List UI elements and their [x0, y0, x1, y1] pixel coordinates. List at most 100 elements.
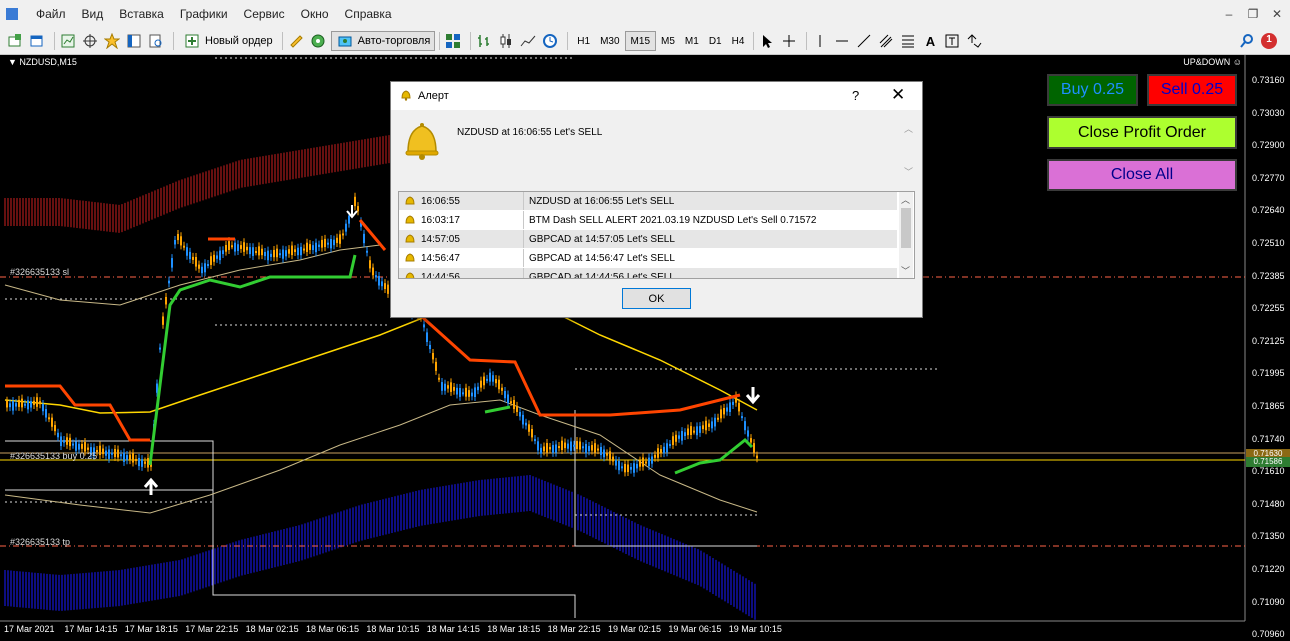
- minimize-button[interactable]: –: [1222, 7, 1236, 21]
- candle-body: [132, 453, 134, 463]
- alert-row[interactable]: 16:06:55 NZDUSD at 16:06:55 Let's SELL: [399, 192, 897, 210]
- order-entry-label[interactable]: #326635133 buy 0.25: [10, 451, 97, 461]
- candle-body: [573, 444, 575, 447]
- crosshair-icon[interactable]: [81, 32, 99, 50]
- timeframe-m5[interactable]: M5: [656, 32, 680, 50]
- menu-help[interactable]: Справка: [337, 7, 400, 21]
- menu-list: Файл Вид Вставка Графики Сервис Окно Спр…: [28, 7, 400, 21]
- close-profit-order-button[interactable]: Close Profit Order: [1047, 116, 1237, 149]
- arrows-icon[interactable]: [965, 32, 983, 50]
- trendline-icon[interactable]: [855, 32, 873, 50]
- candle-body: [363, 233, 365, 244]
- ok-button[interactable]: OK: [622, 288, 691, 309]
- navigator-icon[interactable]: [103, 32, 121, 50]
- bar-chart-icon[interactable]: [475, 32, 493, 50]
- scroll-up-icon[interactable]: ︿: [901, 193, 910, 206]
- help-button[interactable]: ?: [852, 88, 859, 103]
- timeframe-m1[interactable]: M1: [680, 32, 704, 50]
- candle-body: [273, 249, 275, 258]
- search-icon[interactable]: [1238, 32, 1256, 50]
- candle-body: [642, 457, 644, 467]
- candle-body: [129, 454, 131, 461]
- options-icon[interactable]: [309, 32, 327, 50]
- alert-history-list[interactable]: 16:06:55 NZDUSD at 16:06:55 Let's SELL 16:…: [398, 191, 915, 279]
- menu-insert[interactable]: Вставка: [111, 7, 172, 21]
- candle-body: [30, 401, 32, 408]
- candle-body: [621, 466, 623, 469]
- candle-body: [24, 403, 26, 406]
- price-tick-label: 0.72125: [1252, 335, 1285, 346]
- menu-tools[interactable]: Сервис: [236, 7, 293, 21]
- new-chart-icon[interactable]: [6, 32, 24, 50]
- cursor-icon[interactable]: [758, 32, 776, 50]
- channel-icon[interactable]: [877, 32, 895, 50]
- toolbar-separator: [439, 32, 441, 50]
- price-tick-label: 0.72900: [1252, 140, 1285, 151]
- new-order-button[interactable]: Новый ордер: [178, 31, 278, 51]
- menu-charts[interactable]: Графики: [172, 7, 236, 21]
- candle-body: [483, 376, 485, 386]
- candle-body: [252, 247, 254, 256]
- text-label-icon[interactable]: [943, 32, 961, 50]
- candle-body: [753, 443, 755, 453]
- candle-body: [618, 460, 620, 471]
- order-sl-label[interactable]: #326635133 sl: [10, 267, 69, 277]
- candle-body: [318, 244, 320, 247]
- alert-row[interactable]: 14:44:56 GBPCAD at 14:44:56 Let's SELL: [399, 268, 897, 278]
- line-chart-icon[interactable]: [519, 32, 537, 50]
- candle-body: [204, 263, 206, 273]
- candlestick-icon[interactable]: [497, 32, 515, 50]
- scroll-down-icon[interactable]: ﹀: [901, 264, 910, 277]
- message-scrollbar[interactable]: ︿ ﹀: [904, 122, 918, 182]
- close-all-button[interactable]: Close All: [1047, 159, 1237, 191]
- text-icon[interactable]: A: [921, 32, 939, 50]
- candle-body: [576, 441, 578, 449]
- candle-body: [372, 267, 374, 276]
- vertical-line-icon[interactable]: [811, 32, 829, 50]
- profiles-icon[interactable]: [28, 32, 46, 50]
- timeframe-m15[interactable]: M15: [624, 31, 656, 51]
- candle-body: [168, 280, 170, 284]
- list-scrollbar[interactable]: ︿ ﹀: [899, 192, 913, 278]
- menu-bar: Файл Вид Вставка Графики Сервис Окно Спр…: [0, 0, 1290, 29]
- alert-row[interactable]: 14:57:05 GBPCAD at 14:57:05 Let's SELL: [399, 230, 897, 248]
- scroll-up-icon[interactable]: ︿: [904, 122, 918, 135]
- close-window-button[interactable]: ✕: [1270, 7, 1284, 21]
- time-tick-label: 18 Mar 02:15: [245, 624, 299, 634]
- timeframe-h1[interactable]: H1: [572, 32, 595, 50]
- timeframe-d1[interactable]: D1: [704, 32, 727, 50]
- period-icon[interactable]: [541, 32, 559, 50]
- price-tick-label: 0.73030: [1252, 107, 1285, 118]
- candle-body: [39, 401, 41, 405]
- sell-button[interactable]: Sell 0.25: [1147, 74, 1237, 106]
- notification-icon[interactable]: 1: [1260, 32, 1278, 50]
- candle-body: [585, 443, 587, 454]
- candle-body: [756, 455, 758, 459]
- close-dialog-button[interactable]: ✕: [891, 85, 905, 105]
- crosshair-tool-icon[interactable]: [780, 32, 798, 50]
- menu-view[interactable]: Вид: [74, 7, 112, 21]
- candle-body: [225, 244, 227, 252]
- scroll-down-icon[interactable]: ﹀: [904, 165, 918, 178]
- restore-button[interactable]: ❐: [1246, 7, 1260, 21]
- timeframe-m30[interactable]: M30: [595, 32, 624, 50]
- autotrading-button[interactable]: Авто-торговля: [330, 31, 436, 51]
- fibonacci-icon[interactable]: [899, 32, 917, 50]
- candle-body: [189, 251, 191, 260]
- metaeditor-icon[interactable]: [287, 32, 305, 50]
- candle-body: [627, 464, 629, 473]
- timeframe-h4[interactable]: H4: [727, 32, 750, 50]
- buy-button[interactable]: Buy 0.25: [1047, 74, 1138, 106]
- menu-window[interactable]: Окно: [293, 7, 337, 21]
- menu-file[interactable]: Файл: [28, 7, 74, 21]
- alert-row[interactable]: 16:03:17 BTM Dash SELL ALERT 2021.03.19 N…: [399, 211, 897, 229]
- order-tp-label[interactable]: #326635133 tp: [10, 537, 70, 547]
- candle-body: [297, 247, 299, 256]
- horizontal-line-icon[interactable]: [833, 32, 851, 50]
- tester-icon[interactable]: [147, 32, 165, 50]
- market-watch-icon[interactable]: [59, 32, 77, 50]
- scroll-thumb[interactable]: [901, 208, 911, 248]
- chart-grid-icon[interactable]: [444, 32, 462, 50]
- alert-row[interactable]: 14:56:47 GBPCAD at 14:56:47 Let's SELL: [399, 249, 897, 267]
- terminal-icon[interactable]: [125, 32, 143, 50]
